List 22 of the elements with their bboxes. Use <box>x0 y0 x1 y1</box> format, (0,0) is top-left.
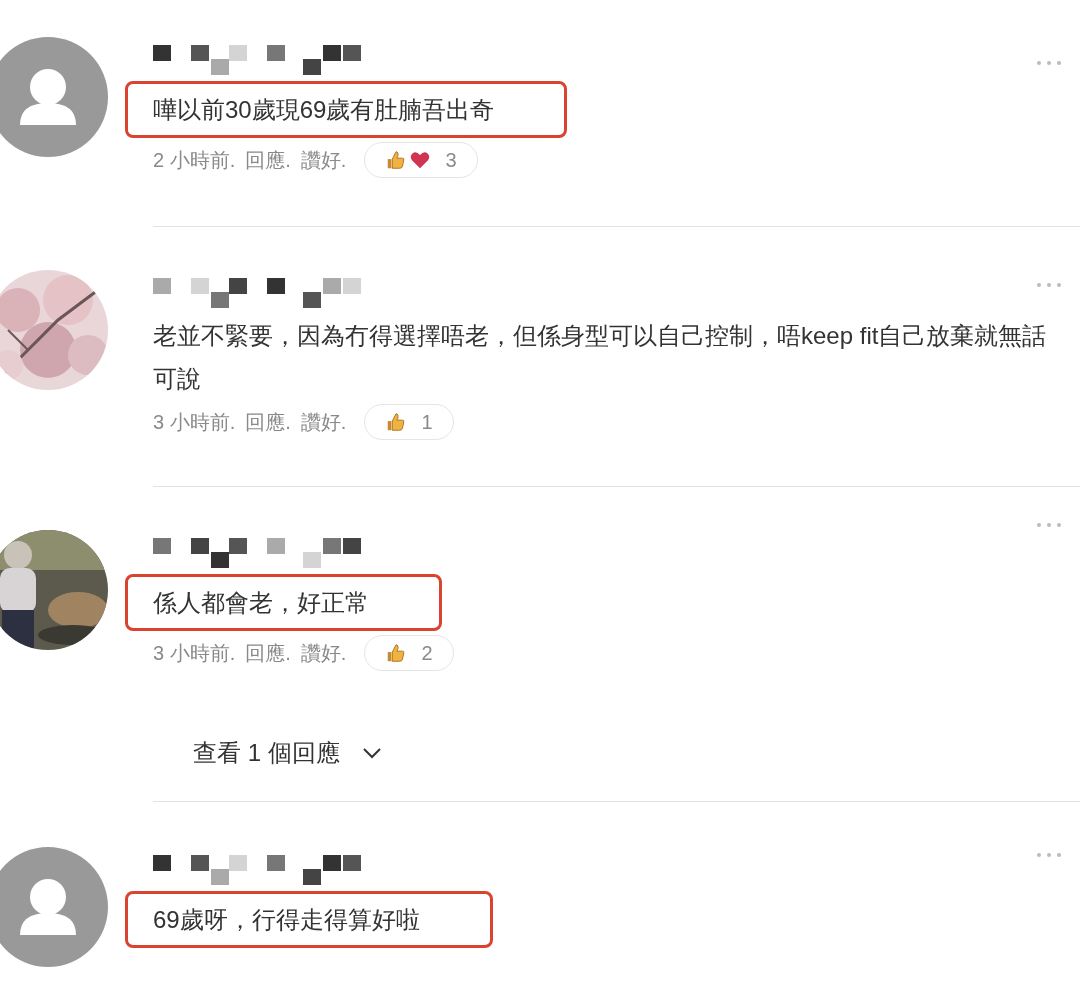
avatar-icon <box>0 37 108 157</box>
comment-text: 嘩以前30歲現69歲有肚腩吾出奇 <box>125 81 568 138</box>
like-link[interactable]: 讚好. <box>300 145 347 175</box>
comment-text: 係人都會老，好正常 <box>125 574 442 631</box>
more-icon[interactable] <box>1036 60 1062 66</box>
like-link[interactable]: 讚好. <box>300 638 347 668</box>
like-link[interactable]: 讚好. <box>300 407 347 437</box>
comment-text: 69歲呀，行得走得算好啦 <box>125 891 493 948</box>
timestamp: 3 小時前. <box>153 410 236 435</box>
heart-icon <box>409 149 432 171</box>
reply-link[interactable]: 回應. <box>245 638 291 668</box>
comment-text: 老並不緊要，因為冇得選擇唔老，但係身型可以自己控制，唔keep fit自己放棄就無話可說 <box>153 321 1048 394</box>
avatar-icon <box>0 847 108 967</box>
timestamp: 3 小時前. <box>153 641 236 666</box>
view-replies-button[interactable]: 查看 1 個回應 <box>193 735 382 771</box>
chevron-down-icon <box>361 747 382 759</box>
reply-link[interactable]: 回應. <box>245 407 291 437</box>
more-icon[interactable] <box>1036 522 1062 528</box>
more-icon[interactable] <box>1036 852 1062 858</box>
more-icon[interactable] <box>1036 282 1062 288</box>
reply-link[interactable]: 回應. <box>245 145 291 175</box>
timestamp: 2 小時前. <box>153 148 236 173</box>
